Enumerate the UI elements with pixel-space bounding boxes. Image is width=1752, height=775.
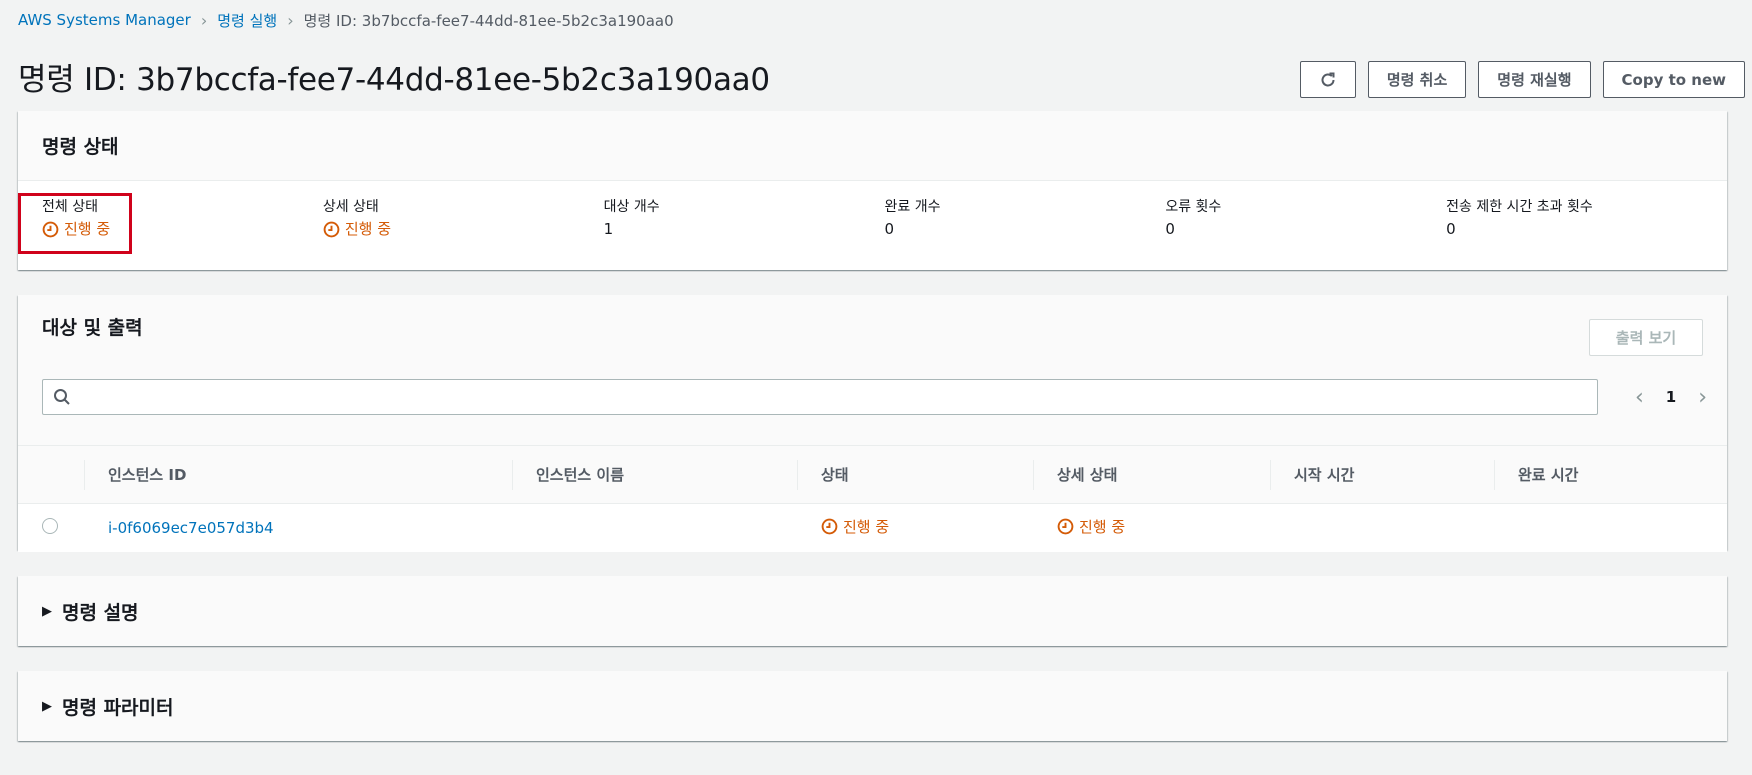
- previous-page-icon[interactable]: ‹: [1635, 385, 1644, 410]
- error-count-value: 0: [1165, 220, 1175, 238]
- clock-icon: [1057, 518, 1074, 535]
- start-time-cell: [1270, 504, 1494, 552]
- row-detail-status: 진행 중: [1057, 516, 1125, 537]
- column-instance-id[interactable]: 인스턴스 ID: [84, 446, 512, 504]
- instance-id-link[interactable]: i-0f6069ec7e057d3b4: [108, 519, 274, 537]
- clock-icon: [323, 221, 340, 237]
- timeout-count: 전송 제한 시간 초과 횟수 0: [1446, 197, 1727, 245]
- targets-outputs-header: 대상 및 출력 출력 보기 ‹ 1 ›: [18, 295, 1727, 445]
- instance-name-cell: [512, 504, 797, 552]
- column-detail-status[interactable]: 상세 상태: [1033, 446, 1270, 504]
- column-instance-name[interactable]: 인스턴스 이름: [512, 446, 797, 504]
- breadcrumb-link-systems-manager[interactable]: AWS Systems Manager: [18, 11, 191, 29]
- targets-outputs-title: 대상 및 출력: [42, 317, 143, 339]
- timeout-count-label: 전송 제한 시간 초과 횟수: [1446, 199, 1593, 215]
- column-end-time[interactable]: 완료 시간: [1494, 446, 1727, 504]
- command-description-title: 명령 설명: [62, 601, 139, 624]
- breadcrumb-link-run-command[interactable]: 명령 실행: [217, 10, 277, 31]
- command-status-header: 명령 상태: [18, 111, 1727, 181]
- error-count-label: 오류 횟수: [1165, 199, 1222, 215]
- search-box[interactable]: [42, 379, 1598, 415]
- pagination: ‹ 1 ›: [1635, 379, 1707, 415]
- cancel-command-button[interactable]: 명령 취소: [1367, 61, 1467, 98]
- copy-to-new-button[interactable]: Copy to new: [1602, 61, 1745, 98]
- row-status: 진행 중: [821, 516, 889, 537]
- table-header-row: 인스턴스 ID 인스턴스 이름 상태 상세 상태 시작 시간 완료 시간: [18, 445, 1727, 504]
- chevron-right-icon: ›: [287, 10, 294, 30]
- header-actions: 명령 취소 명령 재실행 Copy to new: [1299, 61, 1745, 98]
- target-count-label: 대상 개수: [603, 199, 660, 215]
- status-grid: 전체 상태 진행 중 상세 상태 진행 중 대상 개수 1 완료 개수 0 오류…: [18, 181, 1727, 245]
- completed-count: 완료 개수 0: [884, 197, 1165, 245]
- completed-count-value: 0: [884, 220, 895, 238]
- next-page-icon[interactable]: ›: [1698, 385, 1707, 410]
- target-count: 대상 개수 1: [604, 197, 885, 245]
- detail-status: 상세 상태 진행 중: [323, 197, 604, 245]
- command-description-header[interactable]: ▶ 명령 설명: [18, 576, 1727, 646]
- view-output-button[interactable]: 출력 보기: [1589, 319, 1703, 356]
- command-status-title: 명령 상태: [42, 136, 119, 158]
- targets-outputs-panel: 대상 및 출력 출력 보기 ‹ 1 › 인스턴스 ID 인스턴스 이름 상태 상…: [18, 295, 1727, 552]
- command-parameters-panel[interactable]: ▶ 명령 파라미터: [18, 671, 1727, 741]
- refresh-button[interactable]: [1299, 61, 1356, 98]
- error-count: 오류 횟수 0: [1165, 197, 1446, 245]
- clock-icon: [821, 518, 838, 535]
- detail-status-label: 상세 상태: [322, 199, 379, 215]
- search-icon: [54, 389, 70, 405]
- highlight-box: [18, 193, 132, 254]
- column-status[interactable]: 상태: [797, 446, 1033, 504]
- targets-table: 인스턴스 ID 인스턴스 이름 상태 상세 상태 시작 시간 완료 시간 i-0…: [18, 445, 1727, 552]
- detail-status-value: 진행 중: [323, 217, 391, 241]
- page-title: 명령 ID: 3b7bccfa-fee7-44dd-81ee-5b2c3a190…: [18, 62, 770, 98]
- breadcrumb: AWS Systems Manager › 명령 실행 › 명령 ID: 3b7…: [18, 8, 674, 32]
- column-select: [18, 446, 84, 504]
- chevron-right-icon: ›: [200, 10, 208, 30]
- caret-right-icon: ▶: [42, 603, 52, 619]
- row-radio[interactable]: [42, 517, 58, 534]
- search-input[interactable]: [79, 380, 1597, 414]
- column-start-time[interactable]: 시작 시간: [1270, 446, 1494, 504]
- timeout-count-value: 0: [1446, 220, 1456, 238]
- completed-count-label: 완료 개수: [884, 199, 941, 215]
- end-time-cell: [1494, 504, 1727, 552]
- breadcrumb-current: 명령 ID: 3b7bccfa-fee7-44dd-81ee-5b2c3a190…: [303, 11, 674, 30]
- refresh-icon: [1321, 72, 1335, 86]
- command-parameters-header[interactable]: ▶ 명령 파라미터: [18, 671, 1727, 741]
- caret-right-icon: ▶: [42, 698, 52, 714]
- table-row[interactable]: i-0f6069ec7e057d3b4 진행 중 진행 중: [18, 503, 1727, 552]
- command-description-panel[interactable]: ▶ 명령 설명: [18, 576, 1727, 646]
- target-count-value: 1: [603, 220, 614, 238]
- rerun-command-button[interactable]: 명령 재실행: [1478, 61, 1591, 98]
- command-status-panel: 명령 상태 전체 상태 진행 중 상세 상태 진행 중 대상 개수 1 완료 개…: [18, 111, 1727, 270]
- current-page[interactable]: 1: [1666, 388, 1676, 406]
- command-parameters-title: 명령 파라미터: [62, 696, 174, 719]
- detail-status-text: 진행 중: [344, 220, 391, 238]
